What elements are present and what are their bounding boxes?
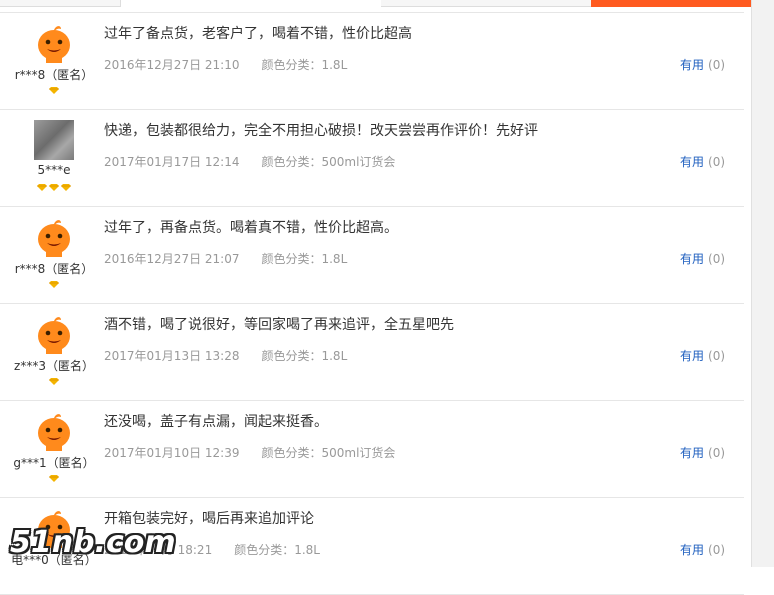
username: r***8（匿名） bbox=[14, 262, 94, 276]
review-text: 过年了备点货，老客户了，喝着不错，性价比超高 bbox=[104, 26, 412, 42]
user-level-badge bbox=[0, 281, 108, 288]
orange-mascot-icon[interactable] bbox=[34, 411, 74, 451]
review-user: r***8（匿名） bbox=[0, 207, 108, 303]
tab-bar bbox=[0, 0, 774, 8]
review-meta: 2017年01月10日 12:39 颜色分类：500ml订货会 bbox=[104, 444, 395, 461]
site-watermark: 51nb.com bbox=[10, 525, 176, 560]
review-user: r***8（匿名） bbox=[0, 13, 108, 109]
diamond-icon bbox=[49, 87, 59, 94]
orange-mascot-icon[interactable] bbox=[34, 314, 74, 354]
product-spec: 颜色分类：1.8L bbox=[261, 349, 348, 363]
useful-button[interactable]: 有用 (0) bbox=[680, 56, 725, 73]
useful-label[interactable]: 有用 bbox=[680, 155, 704, 169]
user-photo[interactable] bbox=[34, 120, 74, 160]
orange-mascot-icon[interactable] bbox=[34, 23, 74, 63]
tab-other[interactable] bbox=[381, 0, 591, 7]
review-date: 2017年01月17日 12:14 bbox=[104, 155, 240, 169]
useful-count: (0) bbox=[708, 58, 726, 72]
user-level-badge bbox=[0, 378, 108, 385]
useful-button[interactable]: 有用 (0) bbox=[680, 444, 725, 461]
useful-button[interactable]: 有用 (0) bbox=[680, 541, 725, 558]
review-item: g***1（匿名） 还没喝，盖子有点漏，闻起来挺香。 2017年01月10日 1… bbox=[0, 401, 744, 498]
review-user: g***1（匿名） bbox=[0, 401, 108, 497]
useful-label[interactable]: 有用 bbox=[680, 252, 704, 266]
review-list: r***8（匿名） 过年了备点货，老客户了，喝着不错，性价比超高 2016年12… bbox=[0, 12, 744, 595]
vertical-scrollbar[interactable] bbox=[751, 0, 774, 567]
product-spec: 颜色分类：1.8L bbox=[234, 543, 320, 557]
review-meta: 2017年01月13日 13:28 颜色分类：1.8L bbox=[104, 347, 347, 364]
username: 5***e bbox=[37, 163, 71, 177]
useful-count: (0) bbox=[708, 349, 726, 363]
diamond-icon bbox=[49, 475, 59, 482]
review-item: z***3（匿名） 酒不错，喝了说很好，等回家喝了再来追评，全五星吧先 2017… bbox=[0, 304, 744, 401]
useful-label[interactable]: 有用 bbox=[680, 446, 704, 460]
product-spec: 颜色分类：500ml订货会 bbox=[261, 155, 396, 169]
product-spec: 颜色分类：500ml订货会 bbox=[261, 446, 396, 460]
tab-active[interactable] bbox=[120, 0, 382, 7]
review-date: 2016年12月27日 21:10 bbox=[104, 58, 240, 72]
diamond-icon bbox=[49, 378, 59, 385]
review-item: 5***e 快递，包装都很给力，完全不用担心破损！改天尝尝再作评价！先好评 20… bbox=[0, 110, 744, 207]
review-user: z***3（匿名） bbox=[0, 304, 108, 400]
review-text: 酒不错，喝了说很好，等回家喝了再来追评，全五星吧先 bbox=[104, 317, 454, 333]
product-spec: 颜色分类：1.8L bbox=[261, 58, 348, 72]
review-date: 2016年12月27日 21:07 bbox=[104, 252, 240, 266]
useful-count: (0) bbox=[708, 446, 726, 460]
diamond-icon bbox=[49, 281, 59, 288]
useful-button[interactable]: 有用 (0) bbox=[680, 347, 725, 364]
username: g***1（匿名） bbox=[13, 456, 95, 470]
product-spec: 颜色分类：1.8L bbox=[261, 252, 348, 266]
review-date: 2017年01月13日 13:28 bbox=[104, 349, 240, 363]
highlight-tab[interactable] bbox=[591, 0, 751, 7]
review-meta: 2016年12月27日 21:10 颜色分类：1.8L bbox=[104, 56, 347, 73]
useful-label[interactable]: 有用 bbox=[680, 58, 704, 72]
review-date: 2017年01月10日 12:39 bbox=[104, 446, 240, 460]
useful-count: (0) bbox=[708, 543, 726, 557]
useful-count: (0) bbox=[708, 155, 726, 169]
review-user: 5***e bbox=[0, 110, 108, 206]
review-item: r***8（匿名） 过年了备点货，老客户了，喝着不错，性价比超高 2016年12… bbox=[0, 12, 744, 110]
useful-label[interactable]: 有用 bbox=[680, 543, 704, 557]
useful-button[interactable]: 有用 (0) bbox=[680, 250, 725, 267]
user-level-badge bbox=[0, 475, 108, 482]
review-text: 过年了，再备点货。喝着真不错，性价比超高。 bbox=[104, 220, 398, 236]
diamond-icon bbox=[61, 184, 71, 191]
useful-count: (0) bbox=[708, 252, 726, 266]
review-meta: 2017年01月17日 12:14 颜色分类：500ml订货会 bbox=[104, 153, 395, 170]
tab-all-reviews[interactable] bbox=[0, 0, 120, 7]
username: r***8（匿名） bbox=[14, 68, 94, 82]
diamond-icon bbox=[49, 184, 59, 191]
review-meta: 2016年12月27日 21:07 颜色分类：1.8L bbox=[104, 250, 347, 267]
user-level-badge bbox=[0, 184, 108, 191]
diamond-icon bbox=[37, 184, 47, 191]
review-text: 还没喝，盖子有点漏，闻起来挺香。 bbox=[104, 414, 328, 430]
useful-label[interactable]: 有用 bbox=[680, 349, 704, 363]
review-item: r***8（匿名） 过年了，再备点货。喝着真不错，性价比超高。 2016年12月… bbox=[0, 207, 744, 304]
useful-button[interactable]: 有用 (0) bbox=[680, 153, 725, 170]
username: z***3（匿名） bbox=[14, 359, 94, 373]
user-level-badge bbox=[0, 87, 108, 94]
orange-mascot-icon[interactable] bbox=[34, 217, 74, 257]
review-text: 快递，包装都很给力，完全不用担心破损！改天尝尝再作评价！先好评 bbox=[104, 123, 538, 139]
